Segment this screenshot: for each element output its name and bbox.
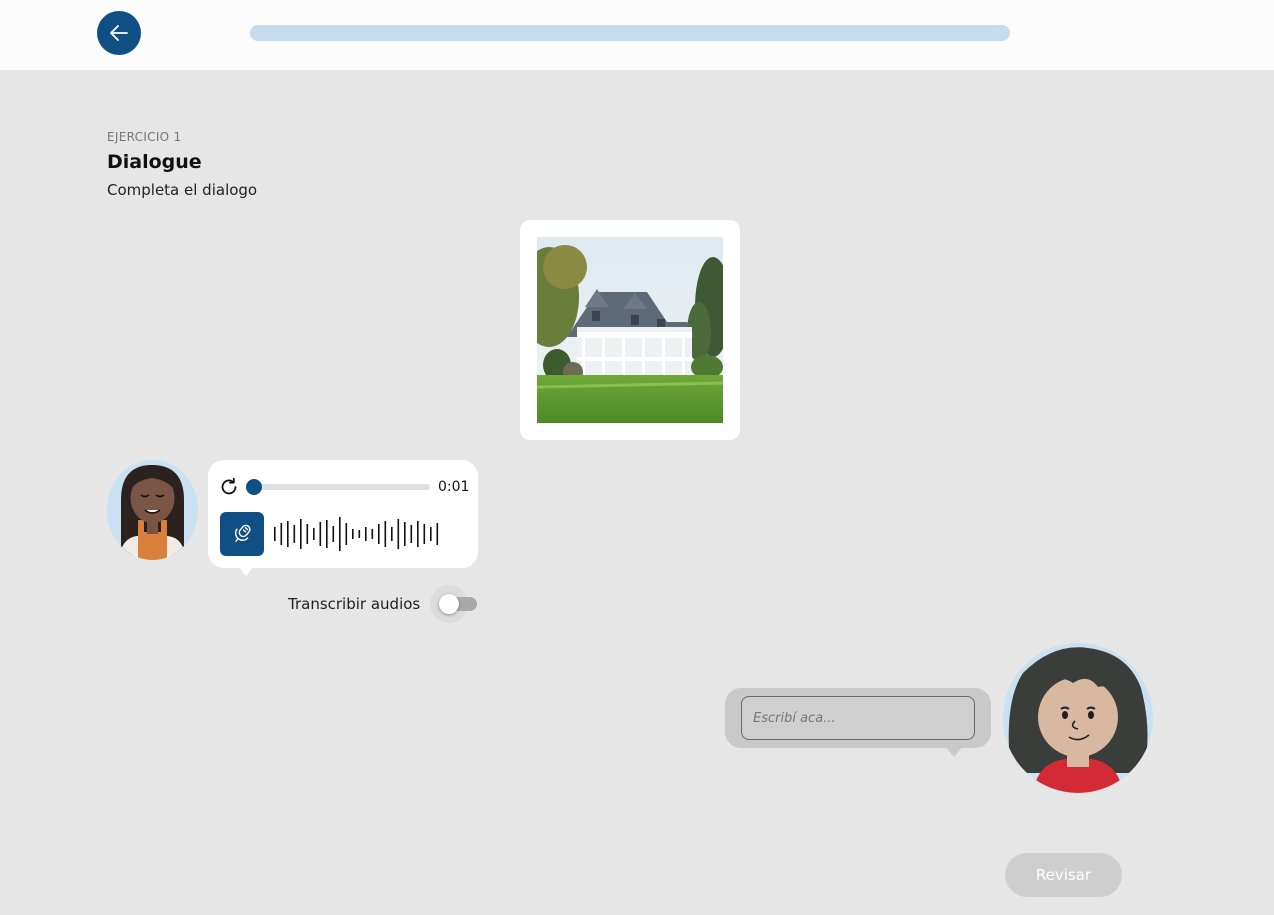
microphone-icon — [234, 524, 251, 543]
house-photo — [537, 237, 723, 423]
answer-input[interactable] — [741, 696, 975, 740]
progress-bar — [250, 25, 1010, 41]
exercise-instructions: Completa el dialogo — [107, 181, 258, 199]
audio-waveform — [274, 517, 439, 551]
arrow-left-icon — [110, 25, 128, 41]
prompt-image-card — [520, 220, 740, 440]
audio-bubble-tail — [238, 566, 254, 576]
transcribe-toggle-knob[interactable] — [439, 594, 459, 614]
microphone-button[interactable] — [220, 512, 264, 556]
answer-bubble-tail — [945, 746, 963, 757]
transcribe-label: Transcribir audios — [288, 595, 421, 613]
top-bar — [0, 0, 1274, 70]
speaker-avatar — [107, 460, 198, 560]
replay-icon[interactable] — [219, 477, 239, 497]
review-button[interactable]: Revisar — [1005, 853, 1122, 897]
exercise-label: EJERCICIO 1 — [107, 130, 182, 144]
user-avatar — [1003, 643, 1153, 793]
back-button[interactable] — [97, 11, 141, 55]
audio-time: 0:01 — [438, 479, 470, 495]
audio-progress-track[interactable] — [251, 484, 430, 490]
exercise-title: Dialogue — [107, 151, 202, 173]
